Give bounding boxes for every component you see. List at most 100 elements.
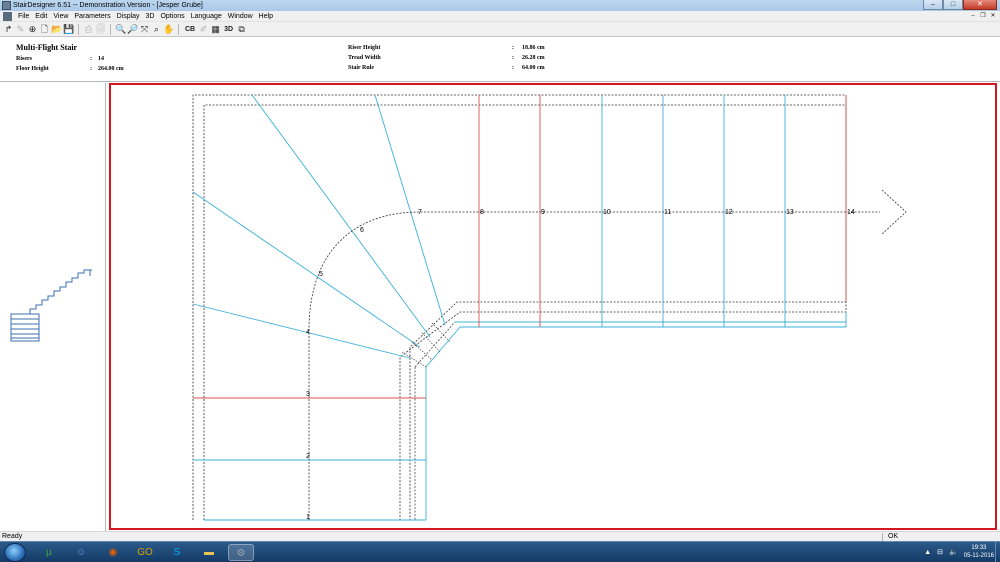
doc-close-button[interactable]: ✕ (989, 12, 997, 20)
menu-items: File Edit View Parameters Display 3D Opt… (15, 11, 276, 22)
new-icon[interactable]: ↱ (3, 24, 14, 35)
new-file-icon[interactable]: 🗋 (39, 24, 50, 35)
utorrent-icon[interactable]: µ (36, 544, 62, 561)
riser-height-value: 18.86 cm (522, 45, 545, 51)
menu-file[interactable]: File (15, 11, 32, 22)
stairdesigner-icon[interactable]: ⚙ (228, 544, 254, 561)
document-controls: – ❐ ✕ (969, 12, 997, 20)
cb-icon[interactable]: CB (183, 24, 197, 35)
doc-restore-button[interactable]: ❐ (979, 12, 987, 20)
zoom-out-icon[interactable]: 🔎 (127, 24, 138, 35)
step-number-4: 4 (306, 329, 310, 336)
network-icon[interactable]: ⊟ (937, 548, 943, 556)
stair-rule-label: Stair Rule (348, 65, 375, 71)
stair-rule-value: 64.00 cm (522, 65, 545, 71)
winder-inner-marks (401, 322, 451, 368)
close-button[interactable]: ✕ (963, 0, 997, 10)
menu-display[interactable]: Display (114, 11, 143, 22)
menu-view[interactable]: View (50, 11, 71, 22)
menu-options[interactable]: Options (157, 11, 187, 22)
volume-icon[interactable]: 🔈 (949, 548, 958, 556)
maximize-button[interactable]: □ (943, 0, 963, 10)
toolbar-separator (178, 24, 179, 35)
menu-parameters[interactable]: Parameters (71, 11, 113, 22)
risers-label: Risers (16, 56, 32, 62)
thumb-stair-profile (29, 269, 90, 314)
step-number-10: 10 (603, 209, 611, 216)
toolbar-separator (78, 24, 79, 35)
step-number-9: 9 (541, 209, 545, 216)
3d-icon[interactable]: 3D (222, 24, 235, 35)
floor-height-value: 264.00 cm (98, 66, 124, 72)
stair-elevation-thumbnail[interactable] (0, 83, 106, 531)
discord-icon[interactable]: ☺ (68, 544, 94, 561)
copy-icon[interactable]: ⧉ (236, 24, 247, 35)
folder-icon[interactable]: 📂 (51, 24, 62, 35)
menu-bar: File Edit View Parameters Display 3D Opt… (0, 11, 1000, 22)
menu-language[interactable]: Language (188, 11, 225, 22)
stair-icon[interactable]: ▦ (210, 24, 221, 35)
hand-icon[interactable]: ✋ (163, 24, 174, 35)
app-icon[interactable] (2, 1, 11, 10)
tread-width-label: Tread Width (348, 55, 381, 61)
document-icon[interactable] (3, 12, 12, 21)
go-icon[interactable]: GO (132, 544, 158, 561)
walking-line-arrow (881, 189, 907, 235)
firefox-icon[interactable]: ◉ (100, 544, 126, 561)
target-icon[interactable]: ⊕ (27, 24, 38, 35)
system-tray: ▲ ⊟ 🔈 19:33 05-11-2016 (924, 544, 994, 560)
printer-icon[interactable]: ⎙ (83, 24, 94, 35)
floor-height-label: Floor Height (16, 66, 49, 72)
menu-edit[interactable]: Edit (32, 11, 50, 22)
toolbar-separator (110, 24, 111, 35)
thumb-stack (10, 313, 40, 342)
status-divider (882, 533, 883, 541)
window-controls: – □ ✕ (923, 0, 997, 10)
app-window: StairDesigner 6.51 -- Demonstration Vers… (0, 0, 1000, 562)
zoom-window-icon[interactable]: ⌕ (151, 24, 162, 35)
stair-rule-colon: : (512, 65, 514, 71)
step-number-12: 12 (725, 209, 733, 216)
skype-icon[interactable]: S (164, 544, 190, 561)
save-icon[interactable]: 💾 (63, 24, 74, 35)
minimize-button[interactable]: – (923, 0, 943, 10)
start-button[interactable] (4, 543, 26, 562)
riser-height-label: Riser Height (348, 45, 381, 51)
outer-outline (192, 94, 847, 520)
fit-icon[interactable]: ⤧ (139, 24, 150, 35)
taskbar-apps: µ ☺ ◉ GO S ▬ ⚙ (36, 544, 254, 561)
risers-value: 14 (98, 56, 104, 62)
step-number-6: 6 (360, 227, 364, 234)
preview-icon[interactable]: 🗐 (95, 24, 106, 35)
step-number-labels: 1 2 3 4 5 6 7 8 9 10 11 12 13 14 (306, 209, 855, 521)
stair-plan-svg[interactable]: 1 2 3 4 5 6 7 8 9 10 11 12 13 14 (111, 85, 995, 528)
step-number-13: 13 (786, 209, 794, 216)
zoom-in-icon[interactable]: 🔍 (115, 24, 126, 35)
floor-height-colon: : (90, 66, 92, 72)
elevation-thumbnail-pane[interactable] (0, 83, 106, 531)
tread-width-value: 26.28 cm (522, 55, 545, 61)
menu-help[interactable]: Help (256, 11, 276, 22)
clock-time: 19:33 (971, 545, 987, 551)
clock-date: 05-11-2016 (963, 553, 994, 559)
step-number-14: 14 (847, 209, 855, 216)
toolbar: ↱ ✎ ⊕ 🗋 📂 💾 ⎙ 🗐 🔍 🔎 ⤧ ⌕ ✋ CB ✐ ▦ 3D ⧉ (0, 22, 1000, 37)
doc-minimize-button[interactable]: – (969, 12, 977, 20)
step-number-8: 8 (480, 209, 484, 216)
clock[interactable]: 19:33 05-11-2016 (964, 544, 994, 560)
tray-arrow-icon[interactable]: ▲ (924, 549, 931, 556)
pencil-icon[interactable]: ✎ (15, 24, 26, 35)
step-number-1: 1 (306, 514, 310, 521)
riser-height-colon: : (512, 45, 514, 51)
tread-width-colon: : (512, 55, 514, 61)
winder-treads (192, 94, 446, 359)
menu-3d[interactable]: 3D (143, 11, 158, 22)
windows-taskbar: µ ☺ ◉ GO S ▬ ⚙ ▲ ⊟ 🔈 19:33 05-11-2016 (0, 541, 1000, 562)
menu-window[interactable]: Window (225, 11, 256, 22)
stair-plan-canvas[interactable]: 1 2 3 4 5 6 7 8 9 10 11 12 13 14 (109, 83, 997, 530)
folder-icon[interactable]: ▬ (196, 544, 222, 561)
step-number-11: 11 (664, 209, 671, 216)
pen-icon[interactable]: ✐ (198, 24, 209, 35)
show-desktop-button[interactable] (995, 542, 1000, 562)
walking-line (308, 211, 880, 520)
